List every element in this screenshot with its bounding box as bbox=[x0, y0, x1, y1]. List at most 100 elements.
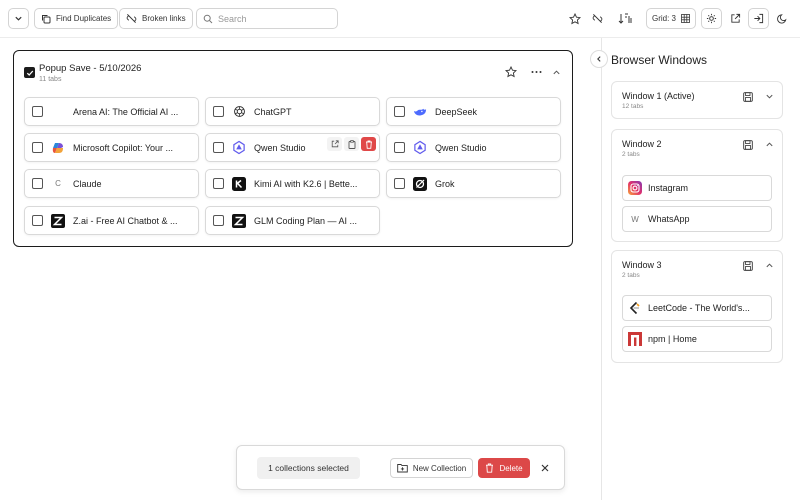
tab-checkbox[interactable] bbox=[394, 142, 405, 153]
collection-tab-count: 11 tabs bbox=[39, 76, 62, 83]
menu-dropdown-button[interactable] bbox=[8, 8, 29, 29]
broken-links-button[interactable]: Broken links bbox=[119, 8, 193, 29]
collection-collapse-button[interactable] bbox=[547, 63, 565, 81]
import-button[interactable] bbox=[748, 8, 769, 29]
star-icon bbox=[568, 12, 581, 25]
grok-icon bbox=[413, 176, 427, 191]
tab-checkbox[interactable] bbox=[213, 106, 224, 117]
window-card[interactable]: Window 1 (Active) 12 tabs bbox=[611, 81, 783, 119]
window-actions bbox=[743, 261, 774, 271]
window-card[interactable]: Window 3 2 tabs LeetCode - The World's..… bbox=[611, 250, 783, 363]
save-icon[interactable] bbox=[743, 261, 753, 271]
panel-collapse-button[interactable] bbox=[590, 50, 608, 68]
chevron-up-icon[interactable] bbox=[765, 261, 774, 271]
new-collection-button[interactable]: New Collection bbox=[390, 458, 473, 478]
tab-checkbox[interactable] bbox=[213, 215, 224, 226]
window-tab-item[interactable]: npm | Home bbox=[622, 326, 772, 352]
tab-item[interactable]: DeepSeek bbox=[386, 97, 561, 126]
more-horizontal-icon bbox=[531, 70, 542, 74]
tab-label: Arena AI: The Official AI ... bbox=[73, 106, 179, 117]
tab-checkbox[interactable] bbox=[213, 178, 224, 189]
delete-tab-button[interactable] bbox=[361, 137, 376, 151]
new-collection-label: New Collection bbox=[412, 463, 467, 473]
favorites-button[interactable] bbox=[564, 8, 585, 29]
window-actions bbox=[743, 140, 774, 150]
chevron-down-icon[interactable] bbox=[765, 92, 774, 102]
deepseek-icon bbox=[413, 105, 427, 119]
arena-icon bbox=[51, 105, 65, 119]
tab-checkbox[interactable] bbox=[32, 178, 43, 189]
sort-icon bbox=[618, 13, 634, 24]
chevron-down-icon bbox=[14, 14, 23, 23]
app-root: Find Duplicates Broken links Search Grid… bbox=[0, 0, 800, 500]
link-off-icon bbox=[592, 13, 603, 24]
tab-checkbox[interactable] bbox=[32, 142, 43, 153]
copy-tab-button[interactable] bbox=[344, 137, 359, 151]
tab-checkbox[interactable] bbox=[394, 178, 405, 189]
tab-label: Qwen Studio bbox=[254, 142, 306, 153]
grid-icon bbox=[681, 14, 690, 23]
window-tab-item[interactable]: Instagram bbox=[622, 175, 772, 201]
tab-item[interactable]: GLM Coding Plan — AI ... bbox=[205, 206, 380, 235]
collection-favorite-button[interactable] bbox=[502, 63, 520, 81]
settings-button[interactable] bbox=[701, 8, 722, 29]
collection-more-button[interactable] bbox=[527, 63, 545, 81]
tab-item[interactable]: Z.ai - Free AI Chatbot & ... bbox=[24, 206, 199, 235]
find-duplicates-button[interactable]: Find Duplicates bbox=[34, 8, 119, 29]
chevron-up-icon bbox=[552, 68, 561, 77]
tab-label: Claude bbox=[73, 178, 102, 189]
collection-title[interactable]: Popup Save - 5/10/2026 bbox=[39, 63, 141, 74]
tab-item[interactable]: Kimi AI with K2.6 | Bette... bbox=[205, 169, 380, 198]
close-selection-button[interactable] bbox=[537, 460, 553, 476]
search-box[interactable] bbox=[196, 8, 338, 29]
instagram-icon bbox=[628, 181, 642, 195]
window-tab-item[interactable]: LeetCode - The World's... bbox=[622, 295, 772, 321]
grid-size-button[interactable]: Grid: 3 bbox=[646, 8, 697, 29]
open-tab-button[interactable] bbox=[327, 137, 342, 151]
delete-button[interactable]: Delete bbox=[478, 458, 530, 478]
grid-label: Grid: 3 bbox=[652, 14, 677, 23]
trash-icon bbox=[485, 463, 494, 473]
hide-broken-button[interactable] bbox=[587, 8, 608, 29]
window-tab-count: 2 tabs bbox=[622, 272, 640, 279]
window-tab-label: WhatsApp bbox=[648, 214, 690, 224]
tab-item[interactable]: Qwen Studio bbox=[386, 133, 561, 162]
window-tab-label: Instagram bbox=[648, 183, 689, 193]
star-icon bbox=[505, 66, 517, 78]
search-input[interactable] bbox=[218, 13, 328, 24]
window-card[interactable]: Window 2 2 tabs Instagram W WhatsApp bbox=[611, 129, 783, 242]
tab-label: Z.ai - Free AI Chatbot & ... bbox=[73, 215, 178, 226]
selection-action-bar: 1 collections selected New Collection De… bbox=[236, 445, 565, 490]
tab-label: Grok bbox=[435, 178, 455, 189]
moon-icon bbox=[777, 13, 788, 24]
sort-button[interactable] bbox=[612, 8, 640, 29]
tab-label: Kimi AI with K2.6 | Bette... bbox=[254, 178, 358, 189]
folder-plus-icon bbox=[397, 463, 408, 473]
tab-checkbox[interactable] bbox=[213, 142, 224, 153]
zai-icon bbox=[232, 213, 246, 228]
tab-item-hovered[interactable]: Qwen Studio bbox=[205, 133, 380, 162]
tab-item[interactable]: Microsoft Copilot: Your ... bbox=[24, 133, 199, 162]
tab-checkbox[interactable] bbox=[32, 106, 43, 117]
collection-checkbox[interactable] bbox=[24, 67, 35, 78]
npm-icon bbox=[628, 332, 642, 346]
check-icon bbox=[26, 70, 33, 76]
tab-checkbox[interactable] bbox=[32, 215, 43, 226]
tab-item[interactable]: ChatGPT bbox=[205, 97, 380, 126]
open-external-button[interactable] bbox=[725, 8, 746, 29]
window-name: Window 2 bbox=[622, 139, 662, 149]
theme-toggle-button[interactable] bbox=[772, 8, 793, 29]
save-icon[interactable] bbox=[743, 92, 753, 102]
tab-item[interactable]: C Claude bbox=[24, 169, 199, 198]
tab-item[interactable]: Arena AI: The Official AI ... bbox=[24, 97, 199, 126]
save-icon[interactable] bbox=[743, 140, 753, 150]
window-tab-item[interactable]: W WhatsApp bbox=[622, 206, 772, 232]
external-link-icon bbox=[331, 140, 339, 148]
tab-checkbox[interactable] bbox=[394, 106, 405, 117]
copilot-icon bbox=[51, 141, 65, 155]
chevron-up-icon[interactable] bbox=[765, 140, 774, 150]
broken-link-icon bbox=[126, 13, 137, 24]
window-actions bbox=[743, 92, 774, 102]
external-link-icon bbox=[730, 13, 741, 24]
tab-item[interactable]: Grok bbox=[386, 169, 561, 198]
